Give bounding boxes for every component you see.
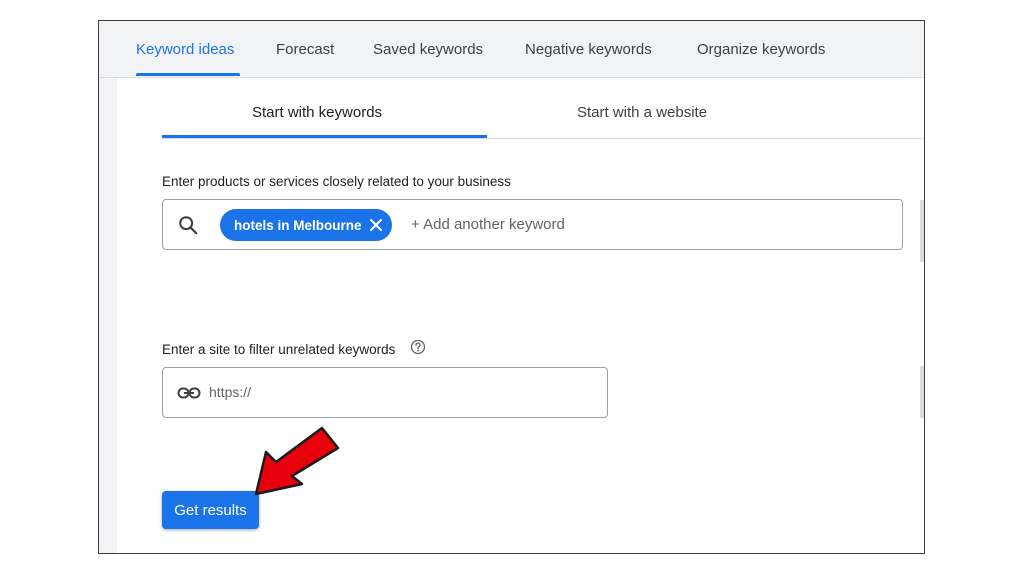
subtab-start-with-website[interactable]: Start with a website — [577, 104, 707, 121]
keyword-chip[interactable]: hotels in Melbourne — [220, 209, 392, 241]
search-icon — [179, 216, 198, 235]
get-results-button[interactable]: Get results — [162, 491, 259, 529]
main-panel: Start with keywords Start with a website… — [117, 78, 924, 553]
subtab-start-with-keywords[interactable]: Start with keywords — [252, 104, 382, 121]
top-navigation: Keyword ideas Forecast Saved keywords Ne… — [99, 21, 924, 78]
active-subtab-indicator — [162, 135, 487, 138]
keyword-planner-window: Keyword ideas Forecast Saved keywords Ne… — [98, 20, 925, 554]
help-icon[interactable] — [410, 339, 426, 355]
tab-organize-keywords[interactable]: Organize keywords — [697, 41, 825, 58]
add-keyword-input[interactable] — [411, 216, 711, 233]
close-icon[interactable] — [368, 217, 384, 233]
site-url-input[interactable] — [209, 384, 589, 400]
keyword-input-box[interactable]: hotels in Melbourne — [162, 199, 903, 250]
start-mode-tabs: Start with keywords Start with a website — [162, 78, 924, 139]
scrollbar-track — [920, 366, 924, 418]
site-filter-label: Enter a site to filter unrelated keyword… — [162, 342, 396, 357]
keywords-field-label: Enter products or services closely relat… — [162, 174, 511, 189]
tab-forecast[interactable]: Forecast — [276, 41, 334, 58]
tab-keyword-ideas[interactable]: Keyword ideas — [136, 41, 234, 58]
tab-negative-keywords[interactable]: Negative keywords — [525, 41, 652, 58]
link-icon — [177, 387, 201, 399]
keyword-chip-label: hotels in Melbourne — [234, 218, 362, 233]
pointer-arrow-icon — [254, 426, 340, 496]
active-tab-indicator — [136, 73, 240, 76]
site-url-box[interactable] — [162, 367, 608, 418]
tab-saved-keywords[interactable]: Saved keywords — [373, 41, 483, 58]
scrollbar-track — [920, 200, 924, 262]
